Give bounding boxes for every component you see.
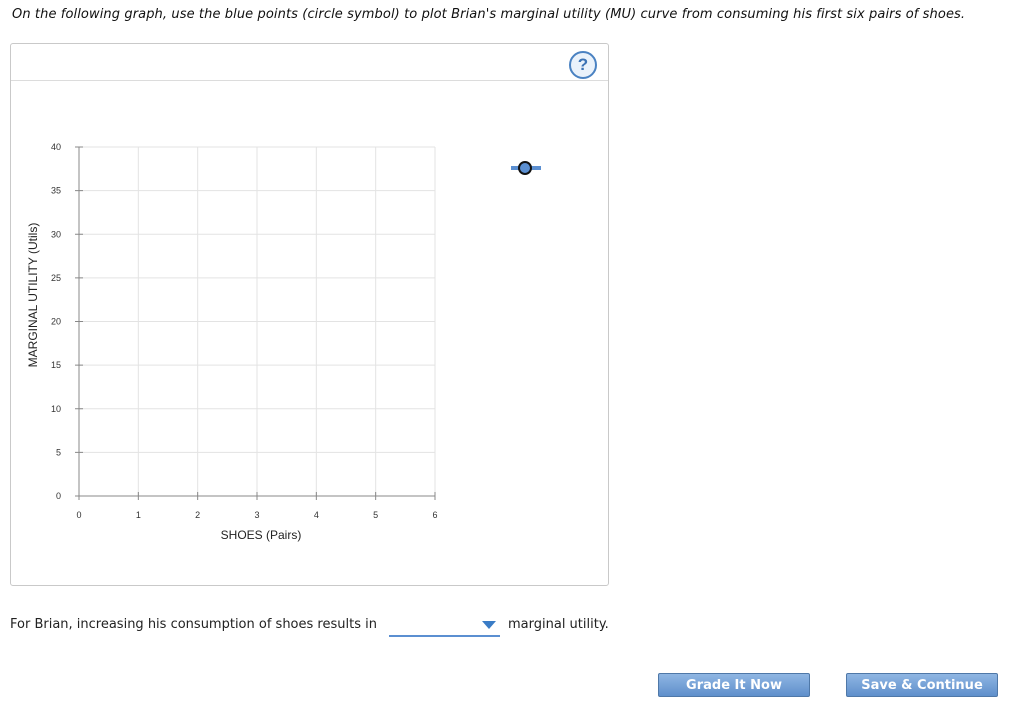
question-suffix: marginal utility. (508, 617, 609, 632)
x-tick-label: 6 (432, 510, 437, 520)
grade-it-now-button[interactable]: Grade It Now (658, 673, 810, 697)
mu-change-dropdown[interactable] (389, 613, 500, 637)
x-tick-label: 0 (76, 510, 81, 520)
chart-ticks: 0 1 2 3 4 5 6 0 5 10 15 20 25 30 35 40 (51, 142, 438, 520)
y-tick-label: 15 (51, 360, 61, 370)
y-tick-label: 40 (51, 142, 61, 152)
y-tick-label: 25 (51, 273, 61, 283)
chevron-down-icon[interactable] (482, 621, 496, 629)
chart-grid (79, 146, 436, 496)
graph-panel: ? 0 1 2 3 4 5 6 0 5 10 15 20 25 30 35 40 MARGINAL UTILI… (10, 43, 609, 586)
y-tick-label: 10 (51, 404, 61, 414)
circle-symbol-icon[interactable] (518, 161, 532, 175)
y-axis-title: MARGINAL UTILITY (Utils) (26, 222, 40, 368)
y-tick-label: 5 (56, 447, 61, 457)
question-prefix: For Brian, increasing his consumption of… (10, 617, 377, 632)
circle-point-tool[interactable] (511, 161, 541, 175)
x-tick-label: 3 (254, 510, 259, 520)
y-tick-label: 35 (51, 186, 61, 196)
mu-chart[interactable]: 0 1 2 3 4 5 6 0 5 10 15 20 25 30 35 40 (11, 44, 608, 585)
x-tick-label: 2 (195, 510, 200, 520)
y-tick-label: 20 (51, 317, 61, 327)
x-tick-label: 5 (373, 510, 378, 520)
x-tick-label: 1 (136, 510, 141, 520)
x-tick-label: 4 (314, 510, 319, 520)
y-tick-label: 0 (56, 491, 61, 501)
x-axis-title: SHOES (Pairs) (220, 528, 302, 542)
instruction-text: On the following graph, use the blue poi… (12, 7, 966, 22)
y-tick-label: 30 (51, 229, 61, 239)
save-continue-button[interactable]: Save & Continue (846, 673, 998, 697)
